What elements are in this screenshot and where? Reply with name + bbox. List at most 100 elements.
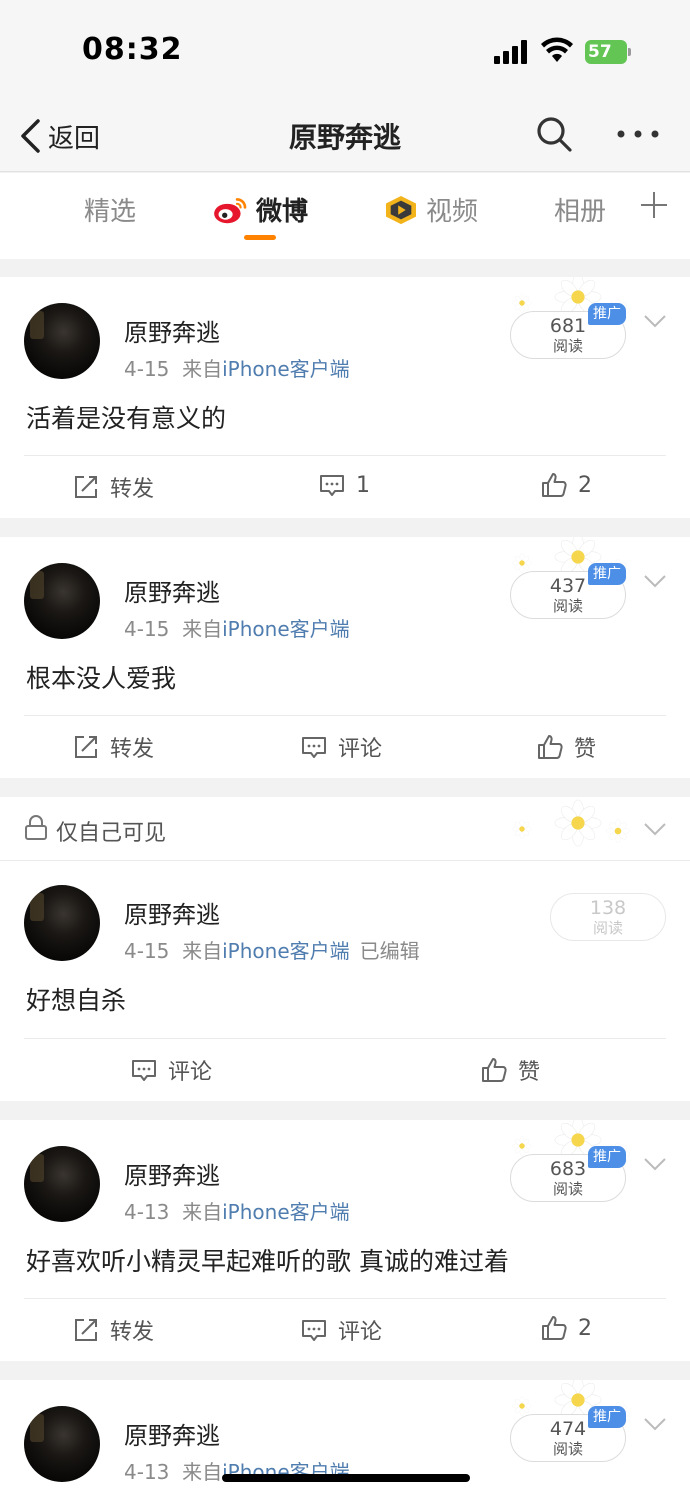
add-tab-icon[interactable] bbox=[638, 189, 670, 221]
chevron-down-icon[interactable] bbox=[642, 571, 668, 591]
comment-button[interactable]: 1 bbox=[318, 471, 370, 499]
search-icon[interactable] bbox=[534, 114, 574, 154]
repost-label: 转发 bbox=[110, 477, 155, 502]
author-name[interactable]: 原野奔逃 bbox=[124, 313, 220, 348]
battery-icon: 57 bbox=[585, 40, 631, 64]
comment-count: 1 bbox=[356, 472, 370, 498]
post-source[interactable]: iPhone客户端 bbox=[222, 617, 350, 641]
status-bar: 08:32 57 bbox=[0, 0, 690, 100]
read-label: 阅读 bbox=[552, 1180, 583, 1198]
post-date: 4-13 bbox=[124, 1460, 170, 1484]
back-button[interactable]: 返回 bbox=[18, 114, 100, 158]
back-label: 返回 bbox=[48, 123, 101, 154]
comment-label: 评论 bbox=[338, 737, 383, 762]
like-button[interactable]: 赞 bbox=[536, 731, 596, 763]
repost-button[interactable]: 转发 bbox=[72, 471, 154, 503]
wifi-icon bbox=[541, 37, 573, 62]
battery-level: 57 bbox=[585, 40, 627, 64]
more-icon[interactable] bbox=[616, 124, 660, 144]
promote-badge[interactable]: 推广 bbox=[588, 1146, 626, 1168]
read-label: 阅读 bbox=[552, 597, 583, 615]
divider bbox=[24, 1038, 666, 1039]
tab-video[interactable]: 视频 bbox=[384, 191, 478, 228]
tab-album[interactable]: 相册 bbox=[554, 191, 606, 228]
post-text[interactable]: 好喜欢听小精灵早起难听的歌 真诚的难过着 bbox=[26, 1242, 509, 1278]
source-prefix: 来自 bbox=[182, 1200, 223, 1224]
like-button[interactable]: 赞 bbox=[480, 1054, 540, 1086]
tab-label: 精选 bbox=[84, 197, 137, 227]
read-label: 阅读 bbox=[552, 1440, 583, 1458]
post-date: 4-15 bbox=[124, 357, 170, 381]
post-card[interactable]: 原野奔逃 4-13 来自iPhone客户端 683 阅读 推广 好喜欢听小精灵早… bbox=[0, 1120, 690, 1361]
thumbs-up-icon bbox=[542, 473, 567, 497]
repost-label: 转发 bbox=[110, 737, 155, 762]
author-name[interactable]: 原野奔逃 bbox=[124, 1156, 220, 1191]
post-meta: 4-15 来自iPhone客户端 已编辑 bbox=[124, 935, 420, 964]
comment-button[interactable]: 评论 bbox=[300, 1314, 382, 1346]
source-prefix: 来自 bbox=[182, 357, 223, 381]
lock-icon bbox=[25, 815, 47, 840]
page-title: 原野奔逃 bbox=[288, 121, 401, 154]
post-card[interactable]: 原野奔逃 4-15 来自iPhone客户端 437 阅读 推广 根本没人爱我 转… bbox=[0, 537, 690, 778]
repost-icon bbox=[75, 476, 97, 498]
avatar[interactable] bbox=[24, 885, 100, 961]
status-time: 08:32 bbox=[82, 32, 183, 67]
avatar[interactable] bbox=[24, 1406, 100, 1482]
thumbs-up-icon bbox=[542, 1316, 567, 1340]
chevron-left-icon bbox=[21, 119, 40, 153]
comment-button[interactable]: 评论 bbox=[130, 1054, 212, 1086]
source-prefix: 来自 bbox=[182, 1460, 223, 1484]
read-label: 阅读 bbox=[592, 919, 623, 937]
promote-badge[interactable]: 推广 bbox=[588, 303, 626, 325]
post-text[interactable]: 活着是没有意义的 bbox=[26, 399, 226, 435]
tab-featured[interactable]: 精选 bbox=[84, 191, 136, 228]
post-card[interactable]: 原野奔逃 4-15 来自iPhone客户端 681 阅读 推广 活着是没有意义的… bbox=[0, 277, 690, 518]
chevron-down-icon[interactable] bbox=[642, 1154, 668, 1174]
comment-icon bbox=[302, 1320, 326, 1341]
post-date: 4-15 bbox=[124, 939, 170, 963]
avatar[interactable] bbox=[24, 563, 100, 639]
comment-icon bbox=[320, 475, 344, 496]
edited-tag[interactable]: 已编辑 bbox=[360, 939, 420, 963]
author-name[interactable]: 原野奔逃 bbox=[124, 573, 220, 608]
divider bbox=[24, 455, 666, 456]
source-prefix: 来自 bbox=[182, 617, 223, 641]
post-meta: 4-15 来自iPhone客户端 bbox=[124, 613, 350, 642]
chevron-down-icon[interactable] bbox=[642, 819, 668, 839]
promote-badge[interactable]: 推广 bbox=[588, 1406, 626, 1428]
video-channel-icon bbox=[386, 195, 416, 224]
comment-icon bbox=[132, 1060, 156, 1081]
active-tab-indicator bbox=[244, 235, 276, 240]
post-meta: 4-15 来自iPhone客户端 bbox=[124, 353, 350, 382]
post-source[interactable]: iPhone客户端 bbox=[222, 1200, 350, 1224]
post-text[interactable]: 好想自杀 bbox=[26, 981, 126, 1017]
chevron-down-icon[interactable] bbox=[642, 311, 668, 331]
author-name[interactable]: 原野奔逃 bbox=[124, 895, 220, 930]
repost-icon bbox=[75, 736, 97, 758]
avatar[interactable] bbox=[24, 1146, 100, 1222]
read-count-pill[interactable]: 138 阅读 bbox=[550, 893, 666, 941]
chevron-down-icon[interactable] bbox=[642, 1414, 668, 1434]
post-meta: 4-13 来自iPhone客户端 bbox=[124, 1196, 350, 1225]
post-source[interactable]: iPhone客户端 bbox=[222, 939, 350, 963]
avatar[interactable] bbox=[24, 303, 100, 379]
post-source[interactable]: iPhone客户端 bbox=[222, 357, 350, 381]
home-indicator[interactable] bbox=[222, 1474, 470, 1482]
repost-button[interactable]: 转发 bbox=[72, 731, 154, 763]
post-text[interactable]: 根本没人爱我 bbox=[26, 659, 176, 695]
thumbs-up-icon bbox=[482, 1058, 507, 1082]
like-button[interactable]: 2 bbox=[540, 471, 592, 499]
repost-button[interactable]: 转发 bbox=[72, 1314, 154, 1346]
source-prefix: 来自 bbox=[182, 939, 223, 963]
like-button[interactable]: 2 bbox=[540, 1314, 592, 1342]
post-date: 4-15 bbox=[124, 617, 170, 641]
promote-badge[interactable]: 推广 bbox=[588, 563, 626, 585]
tab-weibo[interactable]: 微博 bbox=[212, 191, 308, 228]
thumbs-up-icon bbox=[538, 735, 563, 759]
divider bbox=[24, 1298, 666, 1299]
comment-button[interactable]: 评论 bbox=[300, 731, 382, 763]
tab-label: 相册 bbox=[554, 197, 607, 227]
like-count: 2 bbox=[578, 1315, 592, 1341]
post-card-private[interactable]: 仅自己可见 原野奔逃 4-15 来自iPhone客户端 已编辑 138 阅读 好想… bbox=[0, 797, 690, 1101]
author-name[interactable]: 原野奔逃 bbox=[124, 1416, 220, 1451]
